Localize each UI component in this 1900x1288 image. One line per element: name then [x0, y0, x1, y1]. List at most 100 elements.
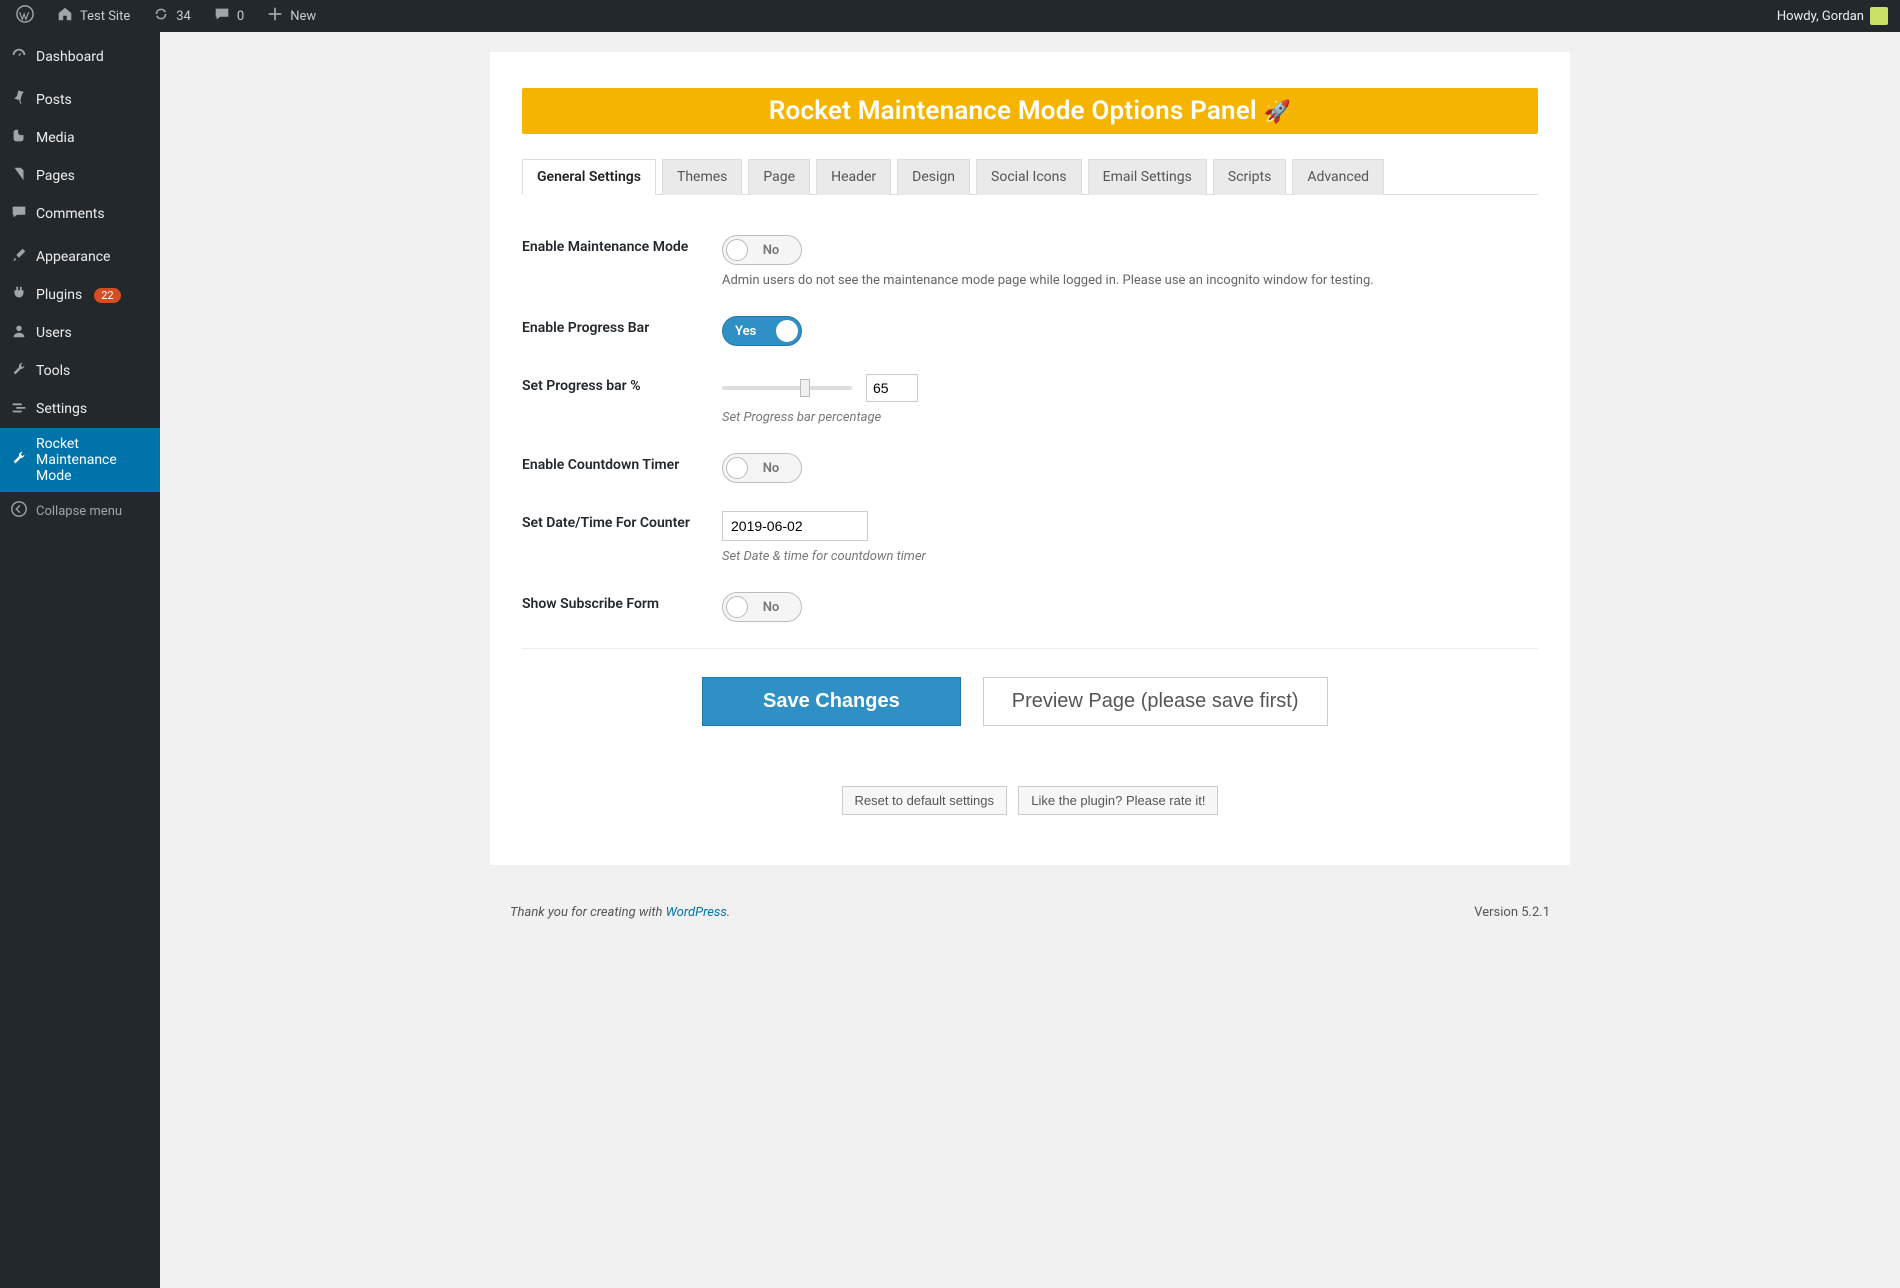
wordpress-link[interactable]: WordPress	[666, 905, 727, 920]
plus-icon	[266, 5, 284, 27]
comment-icon	[10, 203, 28, 225]
tab-scripts[interactable]: Scripts	[1213, 159, 1286, 195]
avatar[interactable]	[1870, 7, 1888, 25]
row-enable-countdown: Enable Countdown Timer No	[522, 439, 1538, 497]
tab-email-settings[interactable]: Email Settings	[1088, 159, 1207, 195]
sidebar-item-comments[interactable]: Comments	[0, 195, 160, 233]
sidebar-item-plugins[interactable]: Plugins 22	[0, 276, 160, 314]
sidebar-item-settings[interactable]: Settings	[0, 390, 160, 428]
sidebar-item-pages[interactable]: Pages	[0, 157, 160, 195]
slider-handle[interactable]	[800, 379, 810, 397]
panel-title: Rocket Maintenance Mode Options Panel 🚀	[522, 88, 1538, 134]
row-enable-progress: Enable Progress Bar Yes	[522, 302, 1538, 360]
toggle-subscribe[interactable]: No	[722, 592, 802, 622]
toggle-knob	[726, 596, 748, 618]
label-enable-progress: Enable Progress Bar	[522, 316, 722, 336]
toggle-enable-countdown[interactable]: No	[722, 453, 802, 483]
tab-social-icons[interactable]: Social Icons	[976, 159, 1082, 195]
sliders-icon	[10, 398, 28, 420]
plug-icon	[10, 284, 28, 306]
sidebar-item-label: Pages	[36, 168, 75, 184]
sidebar-item-label: Rocket Maintenance Mode	[36, 436, 150, 484]
footer-thanks-text: Thank you for creating with	[510, 905, 666, 920]
pin-icon	[10, 89, 28, 111]
label-progress-percent: Set Progress bar %	[522, 374, 722, 394]
progress-slider[interactable]	[722, 386, 852, 390]
updates-link[interactable]: 34	[144, 0, 199, 32]
content-area: Rocket Maintenance Mode Options Panel 🚀 …	[160, 32, 1900, 1288]
collapse-label: Collapse menu	[36, 504, 122, 519]
tab-header[interactable]: Header	[816, 159, 891, 195]
datetime-input[interactable]	[722, 511, 868, 541]
panel-title-text: Rocket Maintenance Mode Options Panel	[769, 96, 1257, 126]
sidebar-item-label: Plugins	[36, 287, 82, 303]
comments-link[interactable]: 0	[205, 0, 252, 32]
toggle-enable-maintenance[interactable]: No	[722, 235, 802, 265]
dashboard-icon	[10, 46, 28, 68]
footer-buttons: Reset to default settings Like the plugi…	[522, 786, 1538, 815]
updates-count: 34	[176, 9, 191, 24]
sidebar-item-label: Settings	[36, 401, 87, 417]
footer-thanks: Thank you for creating with WordPress.	[510, 905, 730, 920]
admin-sidebar: Dashboard Posts Media Pages Comments App…	[0, 32, 160, 1288]
footer-dot: .	[727, 905, 730, 920]
sidebar-item-rocket-maintenance[interactable]: Rocket Maintenance Mode	[0, 428, 160, 492]
sidebar-item-users[interactable]: Users	[0, 314, 160, 352]
reset-button[interactable]: Reset to default settings	[842, 786, 1007, 815]
collapse-menu[interactable]: Collapse menu	[0, 492, 160, 530]
progress-input[interactable]	[866, 374, 918, 402]
save-button[interactable]: Save Changes	[702, 677, 961, 726]
site-name: Test Site	[80, 9, 130, 24]
sidebar-item-appearance[interactable]: Appearance	[0, 238, 160, 276]
toggle-knob	[726, 457, 748, 479]
desc-datetime: Set Date & time for countdown timer	[722, 549, 1538, 564]
refresh-icon	[152, 5, 170, 27]
home-icon	[56, 5, 74, 27]
toggle-enable-progress[interactable]: Yes	[722, 316, 802, 346]
comment-icon	[213, 5, 231, 27]
brush-icon	[10, 246, 28, 268]
tab-general-settings[interactable]: General Settings	[522, 159, 656, 195]
collapse-icon	[10, 500, 28, 522]
tab-themes[interactable]: Themes	[662, 159, 742, 195]
tab-page[interactable]: Page	[748, 159, 810, 195]
user-icon	[10, 322, 28, 344]
wrench-icon	[10, 360, 28, 382]
new-link[interactable]: New	[258, 0, 324, 32]
wp-logo[interactable]	[8, 0, 42, 32]
rocket-icon: 🚀	[1264, 100, 1292, 125]
row-datetime: Set Date/Time For Counter Set Date & tim…	[522, 497, 1538, 578]
label-enable-maintenance: Enable Maintenance Mode	[522, 235, 722, 255]
plugins-badge: 22	[94, 288, 120, 303]
sidebar-item-label: Users	[36, 325, 72, 341]
sidebar-item-label: Dashboard	[36, 49, 104, 65]
greeting[interactable]: Howdy, Gordan	[1777, 9, 1864, 24]
options-panel: Rocket Maintenance Mode Options Panel 🚀 …	[490, 52, 1570, 865]
version-text: Version 5.2.1	[1474, 905, 1550, 920]
row-progress-percent: Set Progress bar % Set Progress bar perc…	[522, 360, 1538, 439]
sidebar-item-label: Comments	[36, 206, 105, 222]
preview-button[interactable]: Preview Page (please save first)	[983, 677, 1328, 726]
label-datetime: Set Date/Time For Counter	[522, 511, 722, 531]
tab-design[interactable]: Design	[897, 159, 970, 195]
button-row: Save Changes Preview Page (please save f…	[702, 677, 1538, 726]
row-subscribe: Show Subscribe Form No	[522, 578, 1538, 636]
rate-button[interactable]: Like the plugin? Please rate it!	[1018, 786, 1218, 815]
wp-footer: Thank you for creating with WordPress. V…	[490, 885, 1570, 938]
sidebar-item-tools[interactable]: Tools	[0, 352, 160, 390]
new-label: New	[290, 9, 316, 24]
label-enable-countdown: Enable Countdown Timer	[522, 453, 722, 473]
tabs: General Settings Themes Page Header Desi…	[522, 158, 1538, 195]
tab-advanced[interactable]: Advanced	[1292, 159, 1384, 195]
page-icon	[10, 165, 28, 187]
sidebar-item-label: Tools	[36, 363, 70, 379]
sidebar-item-label: Posts	[36, 92, 72, 108]
site-link[interactable]: Test Site	[48, 0, 138, 32]
row-enable-maintenance: Enable Maintenance Mode No Admin users d…	[522, 221, 1538, 302]
sidebar-item-label: Appearance	[36, 249, 110, 265]
desc-enable-maintenance: Admin users do not see the maintenance m…	[722, 273, 1538, 288]
sidebar-item-dashboard[interactable]: Dashboard	[0, 38, 160, 76]
sidebar-item-media[interactable]: Media	[0, 119, 160, 157]
sidebar-item-posts[interactable]: Posts	[0, 81, 160, 119]
label-subscribe: Show Subscribe Form	[522, 592, 722, 612]
